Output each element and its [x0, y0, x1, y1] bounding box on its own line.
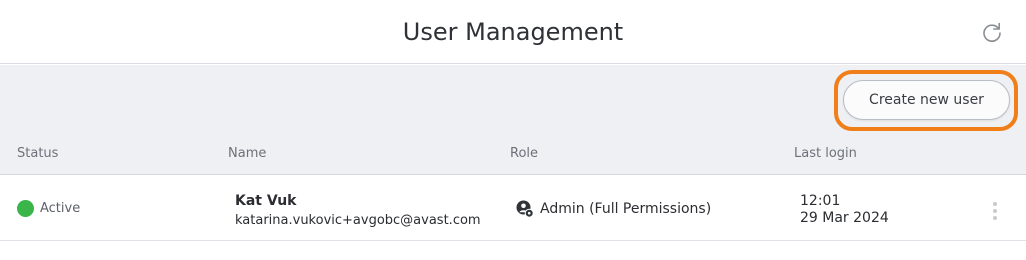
- create-new-user-button[interactable]: Create new user: [843, 80, 1010, 120]
- role-label: Admin (Full Permissions): [540, 201, 712, 217]
- role-cell: Admin (Full Permissions): [516, 200, 711, 218]
- kebab-dot: [993, 216, 997, 220]
- user-management-app: User Management Create new user Status N…: [0, 0, 1026, 260]
- user-email: katarina.vukovic+avgobc@avast.com: [235, 213, 481, 228]
- page-header: User Management: [0, 0, 1026, 64]
- page-title: User Management: [402, 18, 624, 46]
- column-header-status: Status: [17, 146, 59, 161]
- row-actions-kebab-icon[interactable]: [987, 200, 1003, 222]
- column-header-role: Role: [510, 146, 539, 161]
- column-header-last-login: Last login: [794, 146, 857, 161]
- last-login-time: 12:01: [800, 193, 841, 209]
- refresh-icon: [983, 22, 1001, 42]
- status-active-icon: [17, 200, 34, 217]
- status-cell: Active: [17, 200, 80, 217]
- column-header-name: Name: [228, 146, 267, 161]
- user-name: Kat Vuk: [235, 193, 297, 209]
- table-row[interactable]: Active Kat Vuk katarina.vukovic+avgobc@a…: [0, 176, 1026, 241]
- admin-user-gear-icon: [516, 200, 534, 218]
- refresh-button[interactable]: [978, 18, 1006, 46]
- last-login-date: 29 Mar 2024: [800, 210, 889, 226]
- status-label: Active: [40, 201, 81, 216]
- kebab-dot: [993, 202, 997, 206]
- kebab-dot: [993, 209, 997, 213]
